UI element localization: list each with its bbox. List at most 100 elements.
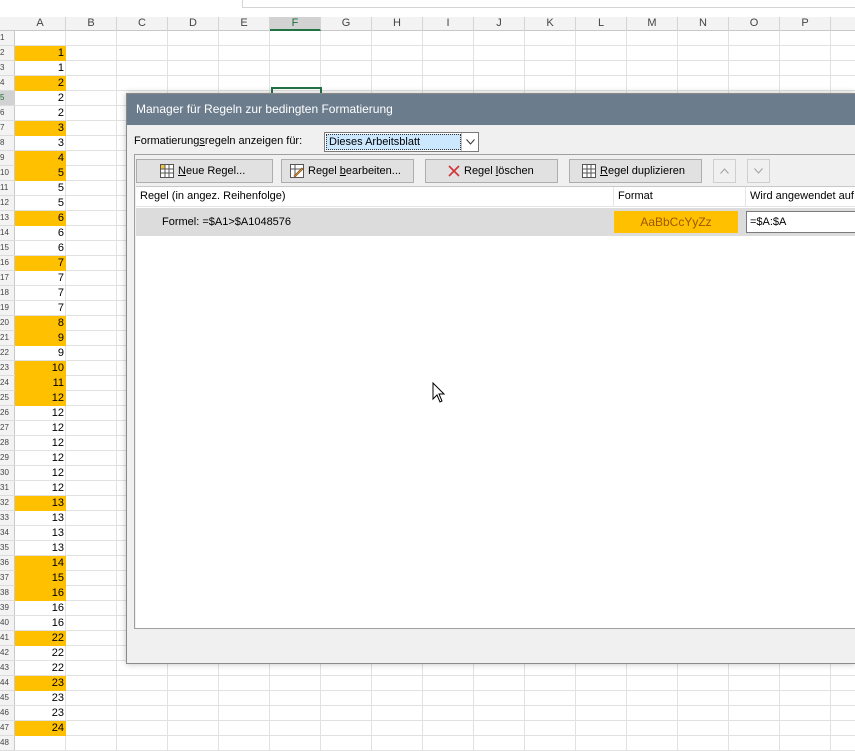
new-rule-button[interactable]: Neue Regel... [136, 159, 273, 183]
row-header[interactable]: 13 [0, 211, 15, 226]
row-header[interactable]: 1 [0, 31, 15, 46]
column-header-k[interactable]: K [525, 17, 576, 31]
cell-a[interactable]: 5 [15, 196, 66, 211]
cell-a[interactable]: 16 [15, 616, 66, 631]
row-header[interactable]: 17 [0, 271, 15, 286]
row-header[interactable]: 14 [0, 226, 15, 241]
row-header[interactable]: 41 [0, 631, 15, 646]
row-header[interactable]: 9 [0, 151, 15, 166]
cell-a[interactable]: 24 [15, 721, 66, 736]
row-header[interactable]: 19 [0, 301, 15, 316]
column-header-p[interactable]: P [780, 17, 831, 31]
chevron-down-icon[interactable] [461, 133, 478, 151]
cell-a[interactable]: 6 [15, 211, 66, 226]
row-header[interactable]: 16 [0, 256, 15, 271]
column-header-c[interactable]: C [117, 17, 168, 31]
row-header[interactable]: 12 [0, 196, 15, 211]
row-header[interactable]: 7 [0, 121, 15, 136]
column-header-g[interactable]: G [321, 17, 372, 31]
cell-a[interactable]: 16 [15, 586, 66, 601]
rule-applies-to-field[interactable]: =$A:$A [746, 211, 855, 233]
column-header-e[interactable]: E [219, 17, 270, 31]
row-header[interactable]: 24 [0, 376, 15, 391]
cell-a[interactable]: 6 [15, 226, 66, 241]
row-header[interactable]: 6 [0, 106, 15, 121]
cell-a[interactable]: 23 [15, 676, 66, 691]
column-header-j[interactable]: J [474, 17, 525, 31]
column-header-m[interactable]: M [627, 17, 678, 31]
row-header[interactable]: 48 [0, 736, 15, 751]
row-header[interactable]: 21 [0, 331, 15, 346]
column-header-applies[interactable]: Wird angewendet auf [746, 187, 855, 207]
row-header[interactable]: 11 [0, 181, 15, 196]
row-header[interactable]: 46 [0, 706, 15, 721]
formula-bar[interactable] [242, 0, 855, 8]
cell-a[interactable]: 13 [15, 526, 66, 541]
show-rules-dropdown[interactable]: Dieses Arbeitsblatt [324, 132, 479, 152]
row-header[interactable]: 33 [0, 511, 15, 526]
row-header[interactable]: 2 [0, 46, 15, 61]
cell-a[interactable]: 16 [15, 601, 66, 616]
row-header[interactable]: 27 [0, 421, 15, 436]
row-header[interactable]: 25 [0, 391, 15, 406]
rule-row[interactable]: Formel: =$A1>$A1048576 AaBbCcYyZz =$A:$A [136, 208, 855, 236]
duplicate-rule-button[interactable]: Regel duplizieren [569, 159, 702, 183]
row-header[interactable]: 26 [0, 406, 15, 421]
row-header[interactable]: 8 [0, 136, 15, 151]
cell-a[interactable]: 1 [15, 61, 66, 76]
row-header[interactable]: 3 [0, 61, 15, 76]
cell-a[interactable]: 2 [15, 76, 66, 91]
column-header-h[interactable]: H [372, 17, 423, 31]
delete-rule-button[interactable]: Regel löschen [425, 159, 558, 183]
cell-a[interactable]: 12 [15, 406, 66, 421]
cell-a[interactable]: 2 [15, 106, 66, 121]
move-up-button[interactable] [713, 159, 736, 183]
row-header[interactable]: 40 [0, 616, 15, 631]
cell-a[interactable]: 7 [15, 256, 66, 271]
cell-a[interactable]: 22 [15, 631, 66, 646]
row-header[interactable]: 43 [0, 661, 15, 676]
cell-a[interactable]: 7 [15, 301, 66, 316]
column-header-n[interactable]: N [678, 17, 729, 31]
cell-a[interactable]: 3 [15, 121, 66, 136]
row-header[interactable]: 36 [0, 556, 15, 571]
cell-a[interactable]: 13 [15, 541, 66, 556]
row-header[interactable]: 44 [0, 676, 15, 691]
column-header-f[interactable]: F [270, 17, 321, 31]
cell-a[interactable]: 15 [15, 571, 66, 586]
column-header-a[interactable]: A [15, 17, 66, 31]
column-header-format[interactable]: Format [614, 187, 746, 207]
column-header-i[interactable]: I [423, 17, 474, 31]
move-down-button[interactable] [747, 159, 770, 183]
row-header[interactable]: 31 [0, 481, 15, 496]
cell-a[interactable]: 22 [15, 661, 66, 676]
row-header[interactable]: 35 [0, 541, 15, 556]
cell-a[interactable]: 23 [15, 706, 66, 721]
cell-a[interactable]: 23 [15, 691, 66, 706]
cell-a[interactable]: 12 [15, 466, 66, 481]
cell-a[interactable] [15, 736, 66, 751]
row-header[interactable]: 45 [0, 691, 15, 706]
cell-a[interactable]: 7 [15, 286, 66, 301]
cell-a[interactable]: 9 [15, 331, 66, 346]
row-header[interactable]: 29 [0, 451, 15, 466]
row-header[interactable]: 38 [0, 586, 15, 601]
column-header-l[interactable]: L [576, 17, 627, 31]
row-header[interactable]: 22 [0, 346, 15, 361]
cell-a[interactable] [15, 31, 66, 46]
cell-a[interactable]: 5 [15, 166, 66, 181]
cell-a[interactable]: 11 [15, 376, 66, 391]
cell-a[interactable]: 8 [15, 316, 66, 331]
row-header[interactable]: 18 [0, 286, 15, 301]
cell-a[interactable]: 2 [15, 91, 66, 106]
cell-a[interactable]: 12 [15, 481, 66, 496]
cell-a[interactable]: 22 [15, 646, 66, 661]
row-header[interactable]: 4 [0, 76, 15, 91]
cell-a[interactable]: 9 [15, 346, 66, 361]
row-header[interactable]: 32 [0, 496, 15, 511]
cell-a[interactable]: 1 [15, 46, 66, 61]
cell-a[interactable]: 4 [15, 151, 66, 166]
column-header-b[interactable]: B [66, 17, 117, 31]
row-header[interactable]: 37 [0, 571, 15, 586]
column-header-rule[interactable]: Regel (in angez. Reihenfolge) [136, 187, 614, 207]
